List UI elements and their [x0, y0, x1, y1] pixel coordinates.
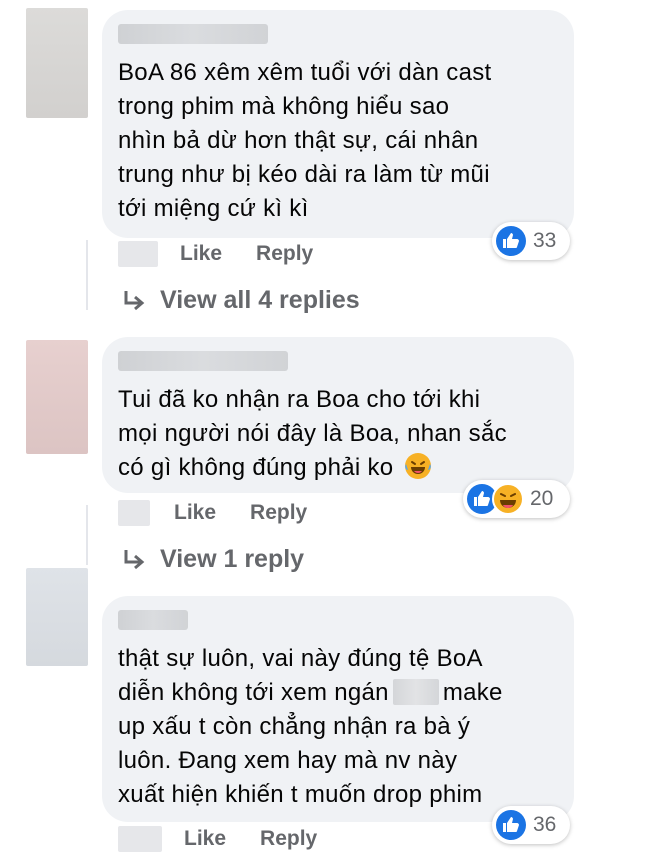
comment-line: up xấu t còn chẳng nhận ra bà ý	[118, 713, 471, 740]
timestamp-blurred[interactable]	[118, 241, 158, 267]
view-replies-link[interactable]: View all 4 replies	[120, 286, 360, 315]
commenter-name-blurred[interactable]	[118, 610, 188, 630]
reaction-summary[interactable]: 33	[492, 222, 570, 260]
comment-line: mọi người nói đây là Boa, nhan sắc	[118, 420, 507, 447]
comment-line-text: make	[442, 679, 503, 706]
thread-line	[86, 505, 88, 565]
comment-line: tới miệng cứ kì kì	[118, 195, 309, 222]
view-replies-link[interactable]: View 1 reply	[120, 545, 304, 574]
avatar[interactable]	[26, 8, 88, 118]
timestamp-blurred[interactable]	[118, 826, 162, 852]
reaction-summary[interactable]: 36	[492, 806, 570, 844]
commenter-name-blurred[interactable]	[118, 351, 288, 371]
view-replies-label: View all 4 replies	[160, 286, 360, 314]
comment-line: nhìn bả dừ hơn thật sự, cái nhân	[118, 127, 479, 154]
reaction-count: 36	[533, 813, 557, 836]
reply-arrow-icon	[124, 549, 145, 569]
like-button[interactable]: Like	[180, 242, 222, 266]
like-button[interactable]: Like	[174, 501, 216, 525]
comment-actions: Like Reply	[118, 500, 341, 526]
comment-bubble: Tui đã ko nhận ra Boa cho tới khi mọi ng…	[102, 337, 574, 493]
comment-line: luôn. Đang xem hay mà nv này	[118, 747, 458, 774]
thread-line	[86, 240, 88, 310]
comment-line-text: có gì không đúng phải ko	[118, 454, 394, 481]
commenter-name-blurred[interactable]	[118, 24, 268, 44]
comment-actions: Like Reply	[118, 826, 351, 852]
reaction-count: 20	[530, 487, 554, 510]
comment-line: diễn không tới xem ngán make	[118, 676, 552, 710]
comment-text: Tui đã ko nhận ra Boa cho tới khi mọi ng…	[118, 383, 552, 485]
comment-line: BoA 86 xêm xêm tuổi với dàn cast	[118, 59, 492, 86]
reply-button[interactable]: Reply	[250, 501, 307, 525]
timestamp-blurred[interactable]	[118, 500, 150, 526]
comment-line-text: diễn không tới xem ngán	[118, 679, 389, 706]
comment-line: xuất hiện khiến t muốn drop phim	[118, 781, 483, 808]
comment-text: BoA 86 xêm xêm tuổi với dàn cast trong p…	[118, 56, 552, 226]
comment-bubble: thật sự luôn, vai này đúng tệ BoA diễn k…	[102, 596, 574, 822]
view-replies-label: View 1 reply	[160, 545, 305, 573]
comment-text: thật sự luôn, vai này đúng tệ BoA diễn k…	[118, 642, 552, 812]
comment-line: Tui đã ko nhận ra Boa cho tới khi	[118, 386, 481, 413]
reaction-summary[interactable]: 20	[463, 480, 570, 518]
avatar[interactable]	[26, 340, 88, 454]
comment-line: trung như bị kéo dài ra làm từ mũi	[118, 161, 490, 188]
comment-line: thật sự luôn, vai này đúng tệ BoA	[118, 645, 483, 672]
comment-line: trong phim mà không hiểu sao	[118, 93, 450, 120]
like-button[interactable]: Like	[184, 827, 226, 851]
comment-bubble: BoA 86 xêm xêm tuổi với dàn cast trong p…	[102, 10, 574, 238]
comment-actions: Like Reply	[118, 241, 347, 267]
laughing-tears-emoji-icon	[405, 453, 432, 479]
reaction-count: 33	[533, 229, 557, 252]
like-reaction-icon	[496, 810, 526, 840]
reply-button[interactable]: Reply	[256, 242, 313, 266]
avatar[interactable]	[26, 568, 88, 666]
like-reaction-icon	[496, 226, 526, 256]
blurred-word	[392, 679, 439, 705]
haha-reaction-icon	[492, 483, 524, 515]
reply-button[interactable]: Reply	[260, 827, 317, 851]
reply-arrow-icon	[124, 290, 145, 310]
